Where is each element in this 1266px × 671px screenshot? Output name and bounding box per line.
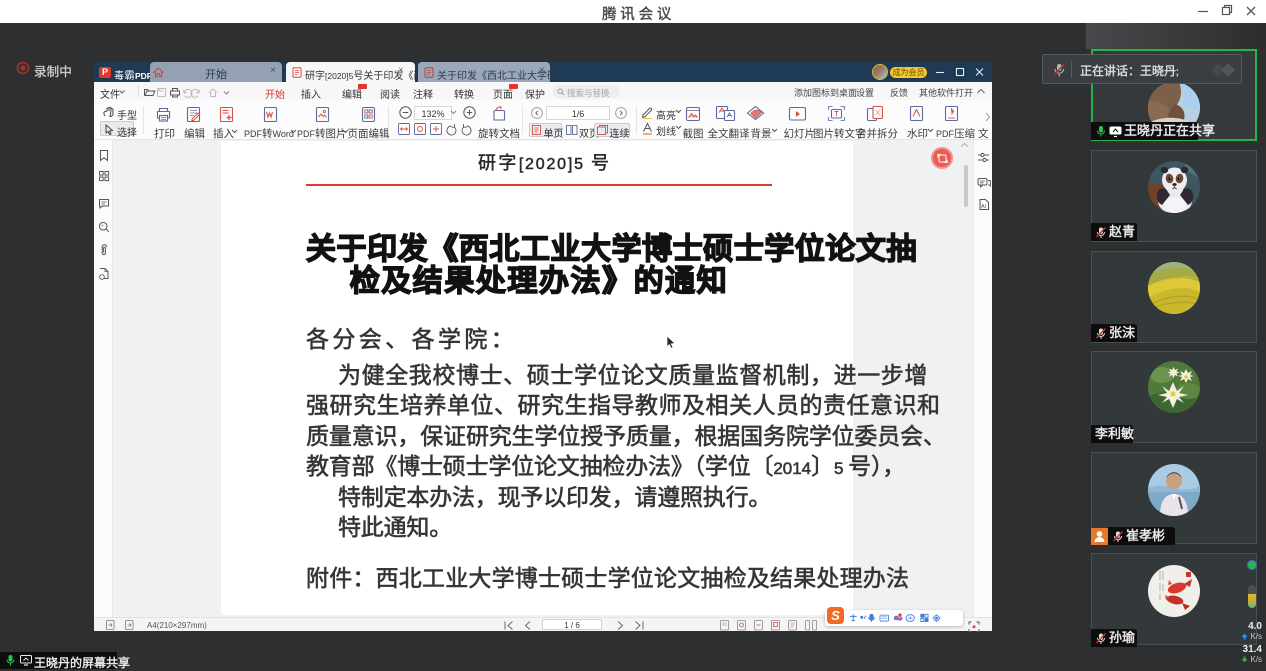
svg-text:AI: AI [981,204,987,210]
